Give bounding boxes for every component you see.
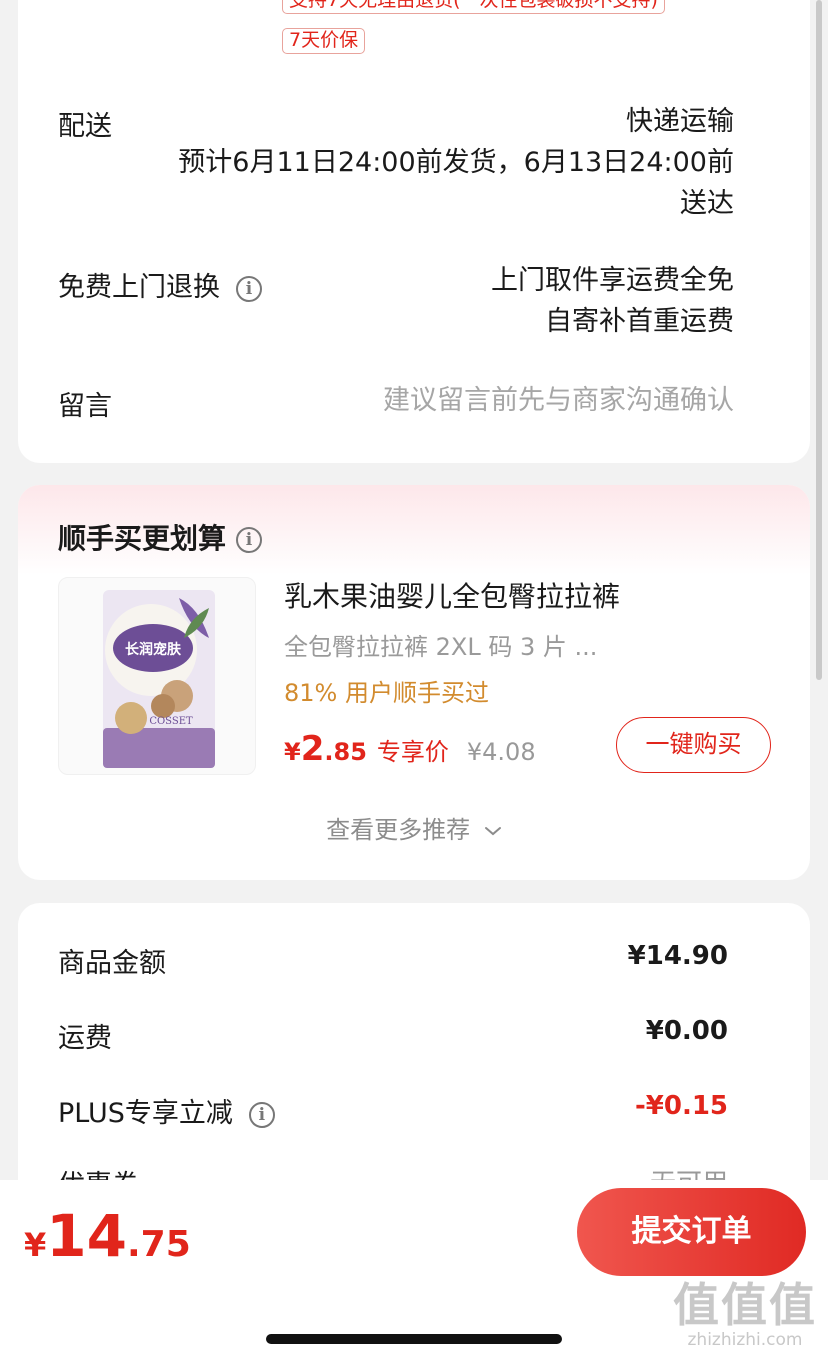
see-more-label: 查看更多推荐 (326, 816, 471, 844)
total-dec: .75 (126, 1224, 191, 1265)
info-icon[interactable]: i (248, 1101, 275, 1128)
image-brand-text-2: COSSET (149, 716, 193, 727)
service-tag-return: 支持7天无理由退货(一次性包装破损不支持) (282, 0, 665, 14)
diaper-package-image: 长润宠肤 COSSET (103, 590, 215, 768)
watermark-mark: 值值值 (673, 1278, 817, 1332)
fee-label-plus: PLUS专享立减 i (58, 1091, 275, 1130)
price-symbol: ¥ (284, 738, 301, 766)
plus-discount-label: PLUS专享立减 (58, 1098, 233, 1129)
recommend-product-name[interactable]: 乳木果油婴儿全包臀拉拉裤 (284, 575, 620, 615)
return-service-line2: 自寄补首重运费 (545, 306, 734, 337)
message-input[interactable]: 建议留言前先与商家沟通确认 (383, 380, 734, 421)
delivery-estimate-line1: 预计6月11日24:00前发货，6月13日24:00前 (178, 147, 734, 178)
total-symbol: ¥ (24, 1226, 47, 1264)
watermark: 值值值 zhizhizhi.com (670, 1280, 820, 1350)
price-label: 专享价 (376, 738, 449, 766)
one-click-buy-button[interactable]: 一键购买 (616, 717, 771, 773)
info-icon[interactable]: i (236, 275, 262, 302)
submit-order-button[interactable]: 提交订单 (577, 1188, 806, 1276)
image-brand-text: 长润宠肤 (125, 641, 182, 658)
recommend-card: 顺手买更划算 i 长润宠肤 COSSET 乳木果油婴儿全包臀拉拉裤 全包臀拉拉裤 … (18, 485, 810, 880)
original-price: ¥4.08 (466, 738, 536, 766)
service-tag-price-protect: 7天价保 (282, 28, 366, 54)
total-int: 14 (46, 1202, 127, 1270)
order-total: ¥14.75 (24, 1202, 191, 1270)
delivery-estimate-line2: 送达 (680, 188, 734, 219)
delivery-label: 配送 (58, 111, 112, 142)
return-service-label: 免费上门退换 (58, 272, 220, 303)
fee-value-plus: -¥0.15 (634, 1091, 728, 1121)
return-service-line1: 上门取件享运费全免 (491, 265, 734, 296)
delivery-method: 快递运输 (626, 106, 734, 137)
recommend-product-price: ¥2.85 专享价 ¥4.08 (284, 729, 536, 769)
delivery-info[interactable]: 快递运输 预计6月11日24:00前发货，6月13日24:00前 送达 (178, 101, 734, 224)
return-service-row-label: 免费上门退换 i (58, 265, 262, 304)
see-more-recommend[interactable]: 查看更多推荐 (18, 810, 810, 845)
fee-label-goods: 商品金额 (58, 948, 166, 979)
fee-label-shipping: 运费 (58, 1023, 112, 1054)
fee-value-shipping: ¥0.00 (645, 1016, 728, 1046)
home-indicator[interactable] (266, 1334, 562, 1344)
watermark-url: zhizhizhi.com (687, 1330, 803, 1350)
recommend-title: 顺手买更划算 i (58, 517, 263, 557)
recommend-product-spec: 全包臀拉拉裤 2XL 码 3 片 ... (284, 633, 598, 661)
recommend-product-stat: 81% 用户顺手买过 (284, 679, 489, 707)
fee-value-goods: ¥14.90 (627, 941, 728, 971)
price-int: 2 (300, 729, 325, 769)
price-dec: .85 (324, 738, 367, 766)
message-label: 留言 (58, 391, 112, 422)
scrollbar[interactable] (816, 0, 822, 680)
return-service-info: 上门取件享运费全免 自寄补首重运费 (491, 260, 734, 342)
product-image[interactable]: 长润宠肤 COSSET (58, 577, 256, 775)
bottom-bar: ¥14.75 提交订单 值值值 zhizhizhi.com (0, 1180, 828, 1364)
chevron-down-icon (484, 827, 501, 836)
order-info-card: 支持7天无理由退货(一次性包装破损不支持) 7天价保 配送 快递运输 预计6月1… (18, 0, 810, 463)
info-icon[interactable]: i (236, 527, 263, 553)
